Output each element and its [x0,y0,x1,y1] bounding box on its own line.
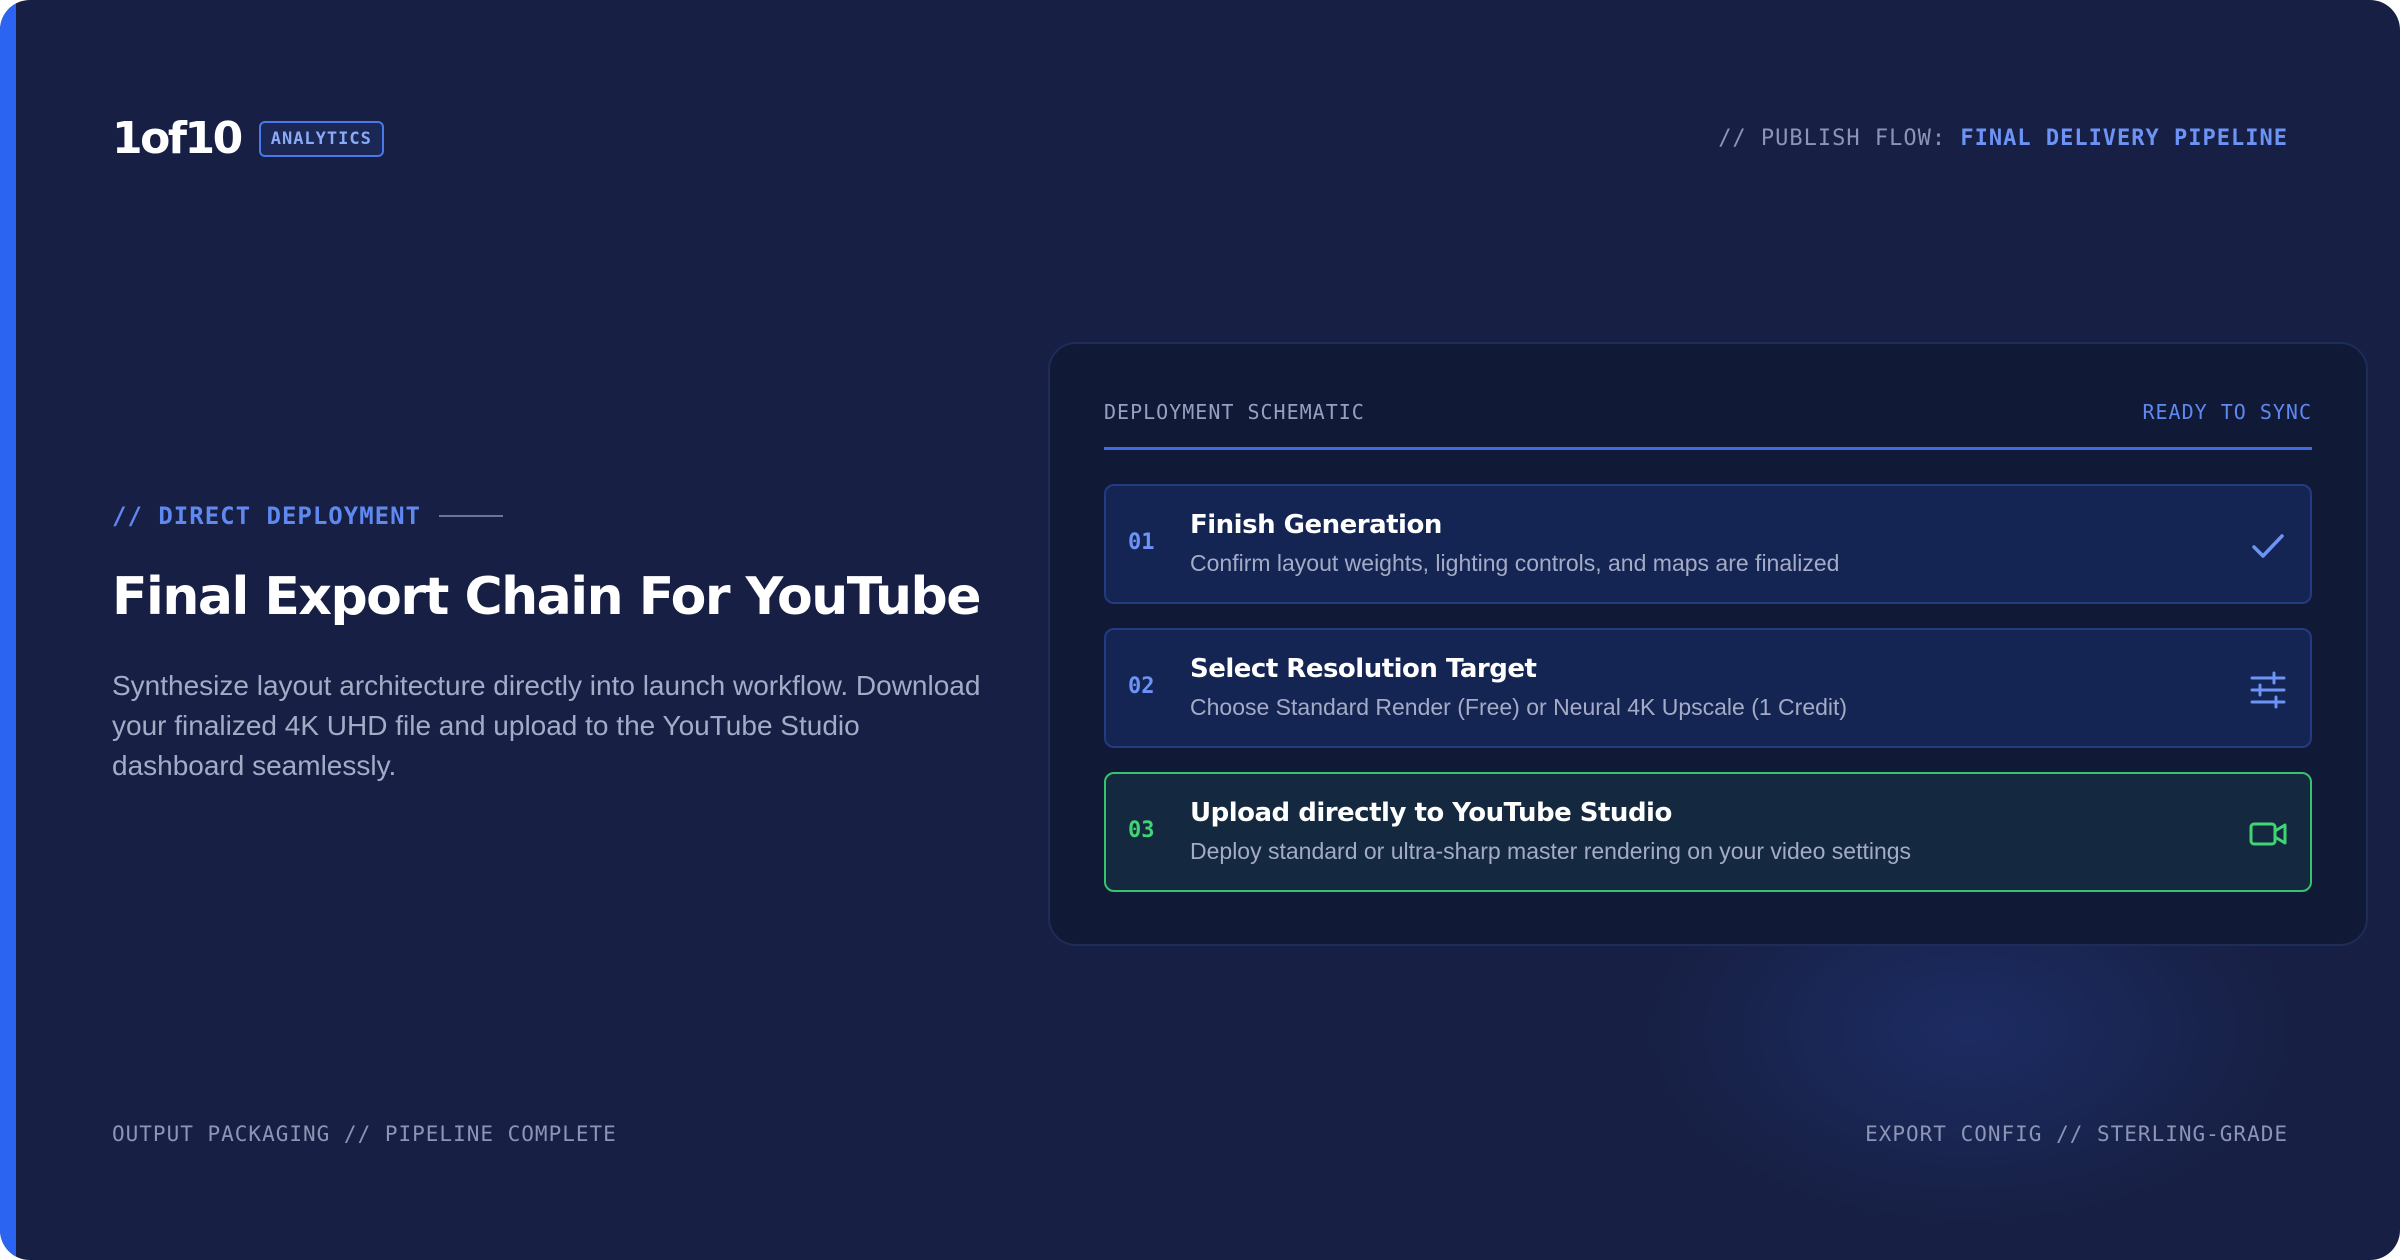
panel-header: DEPLOYMENT SCHEMATIC READY TO SYNC [1104,400,2312,450]
step-number: 02 [1128,674,1155,699]
slide: 1of10 ANALYTICS // PUBLISH FLOW: FINAL D… [0,0,2400,1260]
step-description: Choose Standard Render (Free) or Neural … [1190,694,1848,720]
deployment-schematic-panel: DEPLOYMENT SCHEMATIC READY TO SYNC 01 Fi… [1048,342,2368,946]
step-title: Upload directly to YouTube Studio [1190,798,1672,828]
video-camera-icon [2249,822,2287,846]
publish-flow-label: // PUBLISH FLOW: [1718,126,1947,151]
check-icon [2252,534,2284,558]
publish-flow: // PUBLISH FLOW: FINAL DELIVERY PIPELINE [1718,126,2288,151]
step-upload-youtube[interactable]: 03 Upload directly to YouTube Studio Dep… [1104,772,2312,892]
page-subtitle: Synthesize layout architecture directly … [112,670,981,781]
sliders-icon [2250,671,2286,709]
footer-left: OUTPUT PACKAGING // PIPELINE COMPLETE [112,1122,617,1146]
page-title: Final Export Chain For YouTube [112,567,982,627]
step-select-resolution[interactable]: 02 Select Resolution Target Choose Stand… [1104,628,2312,748]
step-title: Select Resolution Target [1190,654,1537,684]
eyebrow-text: // DIRECT DEPLOYMENT [112,502,421,530]
step-number: 01 [1128,530,1155,555]
sync-status: READY TO SYNC [2142,400,2312,424]
step-title: Finish Generation [1190,510,1442,540]
eyebrow: // DIRECT DEPLOYMENT [112,502,503,530]
panel-heading: DEPLOYMENT SCHEMATIC [1104,400,1365,424]
step-finish-generation[interactable]: 01 Finish Generation Confirm layout weig… [1104,484,2312,604]
step-description: Deploy standard or ultra-sharp master re… [1190,838,1912,864]
publish-flow-value: FINAL DELIVERY PIPELINE [1960,126,2288,151]
footer-right: EXPORT CONFIG // STERLING-GRADE [1865,1122,2288,1146]
brand: 1of10 ANALYTICS [112,114,384,164]
eyebrow-divider [438,515,503,517]
accent-bar [0,0,16,1260]
step-description: Confirm layout weights, lighting control… [1190,550,1840,576]
step-number: 03 [1128,818,1155,843]
logo[interactable]: 1of10 [112,117,243,161]
analytics-badge: ANALYTICS [258,121,384,157]
